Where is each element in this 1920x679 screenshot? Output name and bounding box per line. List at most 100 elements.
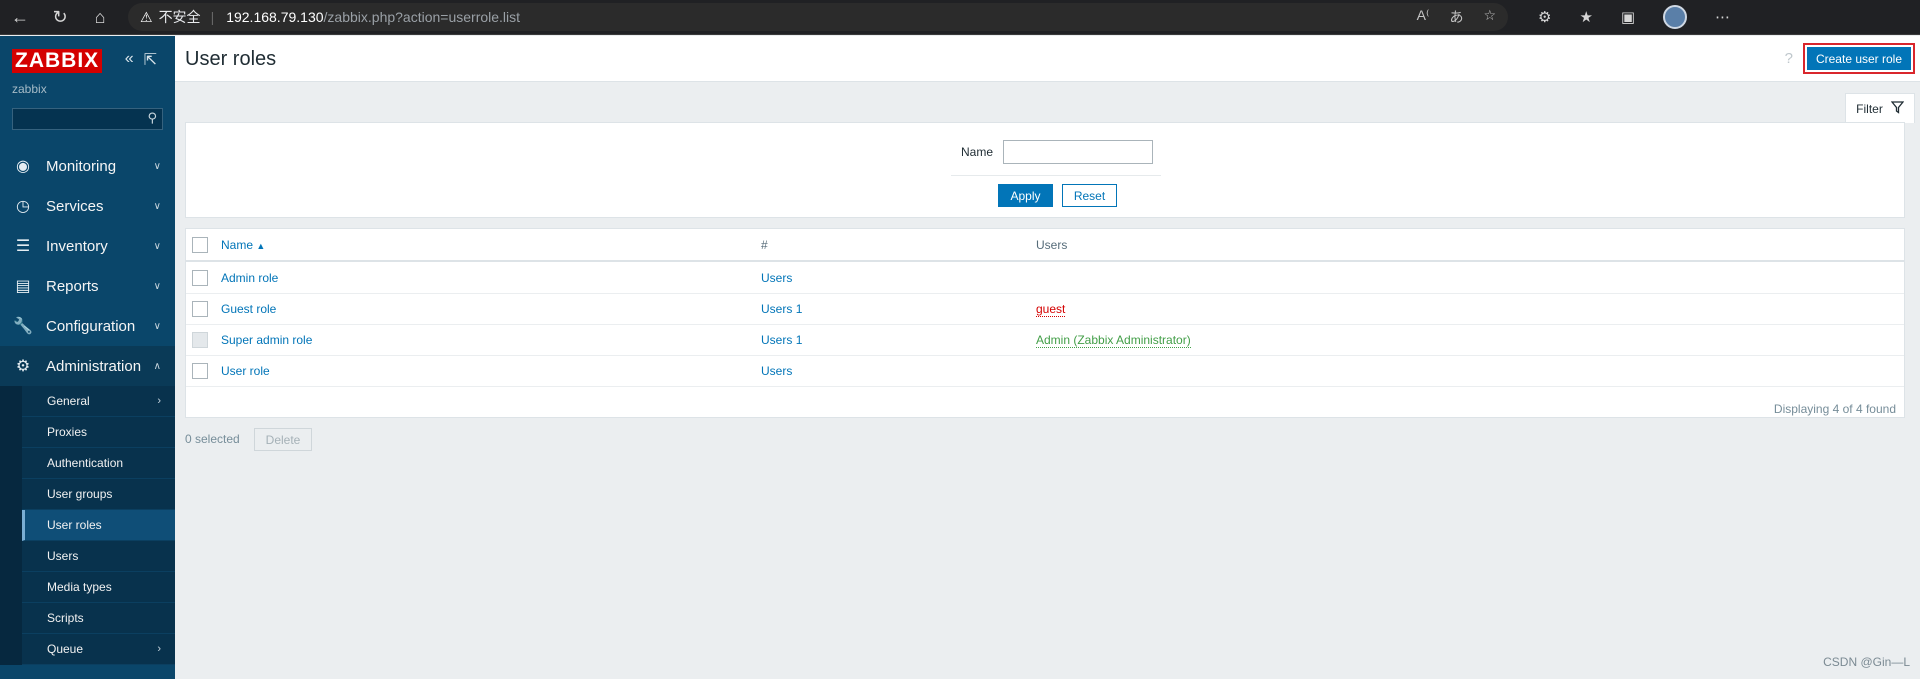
role-user-list: guest <box>1036 302 1066 317</box>
apply-button[interactable]: Apply <box>998 184 1053 207</box>
submenu-label: Users <box>47 549 79 563</box>
warning-icon: ⚠ <box>140 8 153 25</box>
role-users-link[interactable]: Users <box>761 271 792 285</box>
wrench-icon: 🔧 <box>13 318 33 335</box>
tab-filter[interactable]: Filter <box>1845 93 1915 123</box>
users-link-label: Users <box>761 271 793 285</box>
chevron-down-icon: ∨ <box>153 160 161 172</box>
delete-button: Delete <box>254 428 312 451</box>
submenu-item-media-types[interactable]: Media types <box>22 572 175 603</box>
select-all-checkbox[interactable] <box>192 236 208 253</box>
users-count: 1 <box>795 302 803 316</box>
help-icon[interactable]: ? <box>1785 50 1793 67</box>
role-users-link[interactable]: Users 1 <box>761 302 802 316</box>
sidebar-item-label: Inventory <box>46 237 108 255</box>
collections-icon[interactable]: ▣ <box>1621 8 1635 26</box>
favorite-star-icon[interactable]: ☆ <box>1483 7 1496 27</box>
sidebar-item-label: Reports <box>46 277 99 295</box>
page-header: User roles ? Create user role <box>175 36 1920 82</box>
header-label: Name <box>221 237 254 252</box>
sidebar-item-administration[interactable]: ⚙ Administration ∧ <box>0 346 175 386</box>
users-link-label: Users <box>761 364 793 378</box>
reset-button[interactable]: Reset <box>1062 184 1117 207</box>
submenu-label: Authentication <box>47 456 124 470</box>
user-roles-table: Name ▲ # Users Admin role Users Guest ro… <box>185 228 1905 418</box>
user-link-admin[interactable]: Admin (Zabbix Administrator) <box>1036 333 1191 348</box>
sidebar-item-inventory[interactable]: ☰ Inventory ∨ <box>0 226 175 266</box>
submenu-label: Proxies <box>47 425 88 439</box>
chevron-right-icon: › <box>157 643 161 655</box>
submenu-label: General <box>47 394 90 408</box>
sidebar-item-label: Administration <box>46 357 142 375</box>
more-menu-icon[interactable]: ⋯ <box>1715 8 1730 26</box>
kiosk-mode-icon[interactable]: ⇱ <box>144 50 157 70</box>
insecure-label: 不安全 <box>158 9 201 25</box>
filter-panel: Name Apply Reset <box>185 122 1905 218</box>
translate-icon[interactable]: あ <box>1449 7 1463 27</box>
filter-name-input[interactable] <box>1003 140 1154 164</box>
address-separator: | <box>210 9 215 25</box>
selected-count: 0 selected <box>185 432 240 446</box>
submenu-label: Queue <box>47 642 84 656</box>
submenu-item-queue[interactable]: Queue › <box>22 634 175 665</box>
submenu-label: Scripts <box>47 611 84 625</box>
user-link-guest[interactable]: guest <box>1036 302 1066 317</box>
watermark: CSDN @Gin—L <box>1823 655 1910 669</box>
row-checkbox[interactable] <box>192 301 208 317</box>
sidebar-item-reports[interactable]: ▤ Reports ∨ <box>0 266 175 306</box>
back-button[interactable]: ← <box>0 0 40 35</box>
chevron-right-icon: › <box>157 395 161 407</box>
filter-icon <box>1890 100 1905 117</box>
row-checkbox[interactable] <box>192 270 208 286</box>
profile-avatar[interactable] <box>1663 5 1688 29</box>
list-icon: ☰ <box>15 238 31 255</box>
table-row: Guest role Users 1 guest <box>186 294 1904 325</box>
chevron-up-icon: ∧ <box>153 360 161 372</box>
sidebar-item-configuration[interactable]: 🔧 Configuration ∨ <box>0 306 175 346</box>
submenu-label: Media types <box>47 580 112 594</box>
zabbix-logo[interactable]: ZABBIX <box>12 49 103 73</box>
home-button[interactable]: ⌂ <box>80 0 120 35</box>
role-users-link[interactable]: Users 1 <box>761 333 802 347</box>
submenu-item-authentication[interactable]: Authentication <box>22 448 175 479</box>
count-header: # <box>761 237 768 252</box>
submenu-item-user-groups[interactable]: User groups <box>22 479 175 510</box>
submenu-item-users[interactable]: Users <box>22 541 175 572</box>
sidebar-search-input[interactable] <box>13 109 162 129</box>
submenu-item-proxies[interactable]: Proxies <box>22 417 175 448</box>
role-name-link[interactable]: User role <box>221 364 270 378</box>
sort-by-name-header[interactable]: Name ▲ <box>221 238 265 252</box>
submenu-item-general[interactable]: General › <box>22 386 175 417</box>
table-row: Super admin role Users 1 Admin (Zabbix A… <box>186 325 1904 356</box>
reload-button[interactable]: ↻ <box>40 0 80 35</box>
role-name-link[interactable]: Admin role <box>221 271 278 285</box>
search-icon[interactable]: ⚲ <box>147 110 157 126</box>
address-bar[interactable]: ⚠ 不安全 | 192.168.79.130/zabbix.php?action… <box>128 3 1508 31</box>
users-link-label: Users <box>761 302 793 316</box>
sidebar-item-label: Configuration <box>46 317 136 335</box>
users-header: Users <box>1036 237 1068 252</box>
gear-icon: ⚙ <box>15 358 31 375</box>
page-title: User roles <box>185 48 277 70</box>
role-name-link[interactable]: Guest role <box>221 302 276 316</box>
collapse-sidebar-icon[interactable]: « <box>125 50 134 70</box>
sidebar-item-services[interactable]: ◷ Services ∨ <box>0 186 175 226</box>
extensions-icon[interactable]: ⚙ <box>1538 8 1551 26</box>
chevron-down-icon: ∨ <box>153 200 161 212</box>
users-link-label: Users <box>761 333 793 347</box>
sidebar-item-monitoring[interactable]: ◉ Monitoring ∨ <box>0 146 175 186</box>
submenu-item-user-roles[interactable]: User roles <box>22 510 175 541</box>
role-users-link[interactable]: Users <box>761 364 792 378</box>
read-aloud-icon[interactable]: A⁽ <box>1417 7 1430 27</box>
filter-divider <box>951 175 1161 176</box>
clock-icon: ◷ <box>16 198 30 215</box>
sidebar-item-label: Monitoring <box>46 157 117 175</box>
chevron-down-icon: ∨ <box>153 320 161 332</box>
role-name-link[interactable]: Super admin role <box>221 333 312 347</box>
users-count: 1 <box>795 333 803 347</box>
create-user-role-button[interactable]: Create user role <box>1803 43 1915 74</box>
favorites-icon[interactable]: ★ <box>1579 8 1592 26</box>
row-checkbox[interactable] <box>192 363 208 379</box>
row-checkbox-disabled <box>192 332 208 348</box>
submenu-item-scripts[interactable]: Scripts <box>22 603 175 634</box>
